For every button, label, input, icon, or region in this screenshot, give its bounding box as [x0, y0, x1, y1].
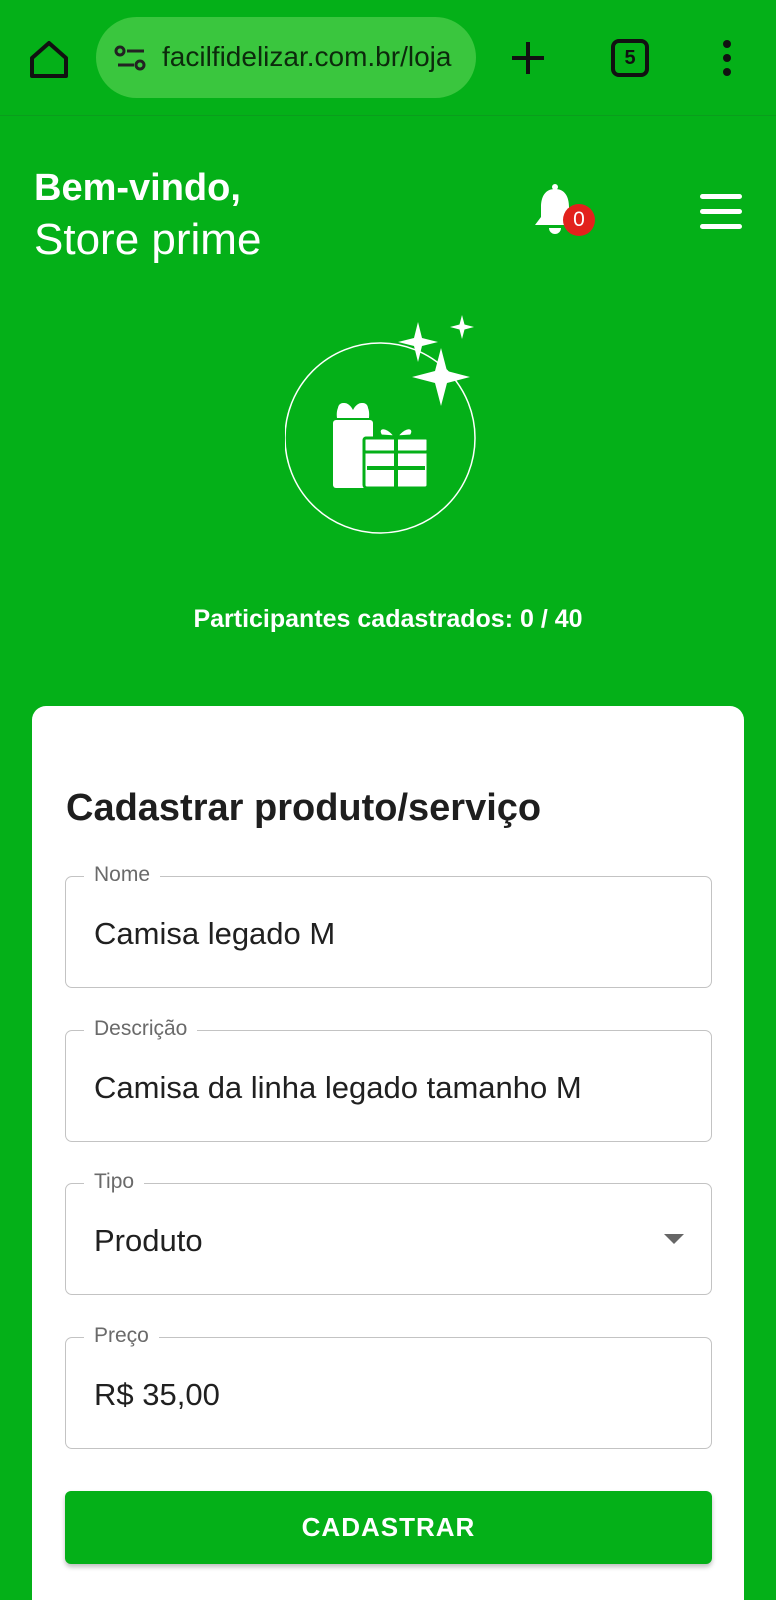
tabs-icon[interactable]: 5 [611, 39, 649, 77]
nome-label: Nome [84, 863, 161, 887]
url-text[interactable]: facilfidelizar.com.br/loja [162, 39, 462, 75]
gift-sparkles-icon [284, 310, 485, 540]
nome-value[interactable]: Camisa legado M [94, 915, 335, 953]
preco-value[interactable]: R$ 35,00 [94, 1376, 220, 1414]
store-name: Store prime [34, 215, 262, 264]
dropdown-arrow-icon[interactable] [664, 1234, 684, 1244]
product-form-card: Cadastrar produto/serviço Nome Camisa le… [32, 706, 744, 1600]
tipo-value[interactable]: Produto [94, 1222, 203, 1260]
participants-current: 0 [519, 605, 534, 633]
cadastrar-button[interactable]: CADASTRAR [65, 1491, 712, 1564]
descricao-value[interactable]: Camisa da linha legado tamanho M [94, 1069, 582, 1107]
participants-max: 40 [554, 605, 583, 633]
participants-label: Participantes cadastrados: [193, 605, 520, 633]
nome-field[interactable]: Nome Camisa legado M [65, 863, 712, 988]
form-title: Cadastrar produto/serviço [66, 787, 542, 829]
descricao-field[interactable]: Descrição Camisa da linha legado tamanho… [65, 1017, 712, 1142]
home-icon[interactable] [26, 38, 72, 80]
greeting: Bem-vindo, [34, 167, 241, 209]
site-settings-icon[interactable] [114, 43, 148, 73]
preco-label: Preço [84, 1324, 159, 1348]
participants-counter: Participantes cadastrados: 0 / 40 [0, 603, 776, 635]
browser-toolbar: facilfidelizar.com.br/loja 5 [0, 0, 776, 116]
new-tab-icon[interactable] [506, 36, 550, 80]
descricao-label: Descrição [84, 1017, 198, 1041]
more-vert-icon[interactable] [712, 38, 742, 78]
address-bar[interactable]: facilfidelizar.com.br/loja [96, 17, 476, 98]
tipo-select[interactable]: Tipo Produto [65, 1170, 712, 1295]
preco-field[interactable]: Preço R$ 35,00 [65, 1324, 712, 1449]
tipo-label: Tipo [84, 1170, 145, 1194]
notification-badge: 0 [563, 204, 595, 236]
participants-separator: / [533, 605, 555, 633]
menu-icon[interactable] [698, 190, 744, 234]
